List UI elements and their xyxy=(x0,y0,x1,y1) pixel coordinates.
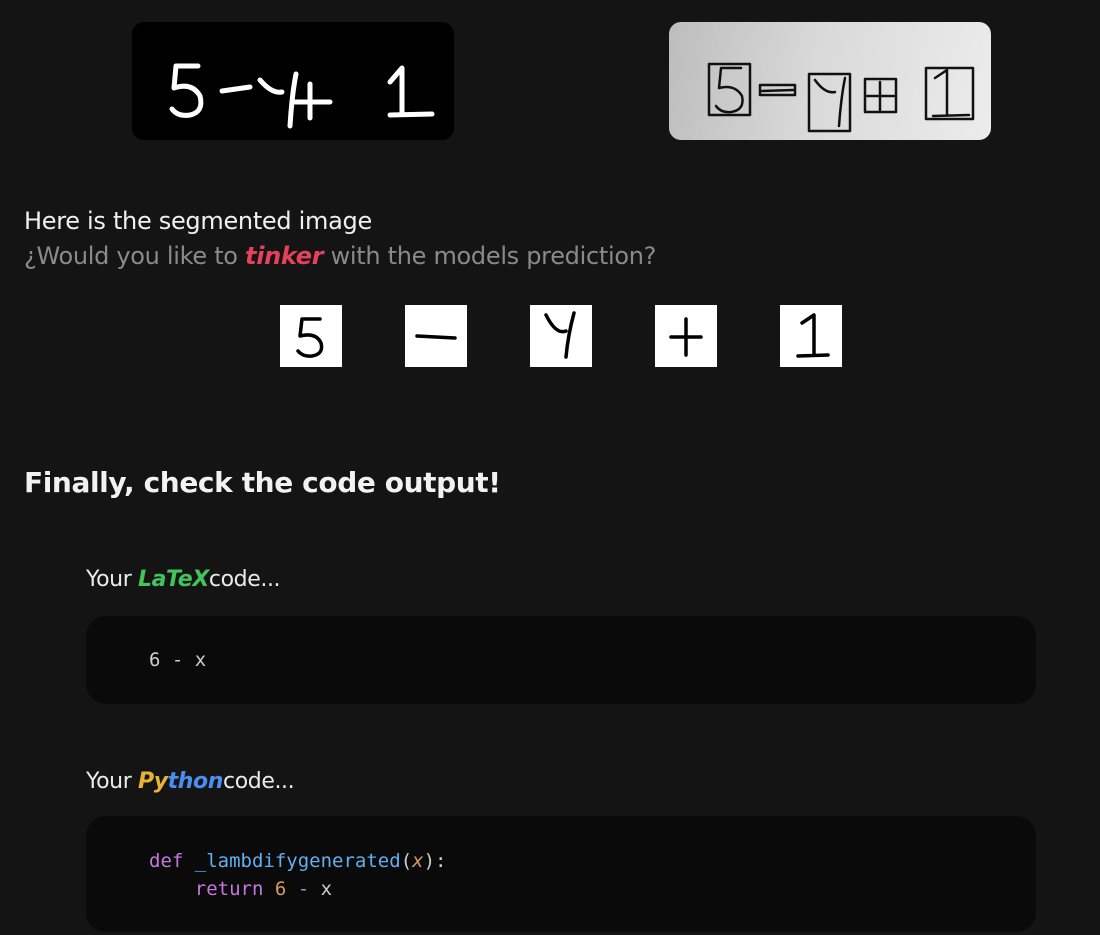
glyph-5-drawing xyxy=(296,317,324,358)
python-label-prefix: Your xyxy=(86,769,132,794)
python-code: def _lambdifygenerated(x): return 6 - x xyxy=(149,847,446,903)
glyph-tile-plus[interactable] xyxy=(655,305,717,367)
python-label: Your Pythoncode... xyxy=(86,769,295,794)
glyph-tile-y[interactable] xyxy=(530,305,592,367)
code-keyword-return: return xyxy=(194,878,264,900)
latex-label-prefix: Your xyxy=(86,567,132,592)
segmented-drawing xyxy=(707,62,975,133)
handwriting-drawing xyxy=(169,63,435,129)
python-word-a: Py xyxy=(137,769,168,794)
question-prefix: ¿Would you like to xyxy=(24,242,238,270)
glyph-tile-1[interactable] xyxy=(780,305,842,367)
glyph-1-drawing xyxy=(796,313,830,358)
final-heading: Finally, check the code output! xyxy=(24,466,501,499)
latex-label: Your LaTeXcode... xyxy=(86,567,281,592)
latex-code: 6 - x xyxy=(149,649,207,671)
code-variable: x xyxy=(320,878,333,900)
glyph-tile-5[interactable] xyxy=(280,305,342,367)
python-word-b: thon xyxy=(167,769,224,794)
glyph-minus-drawing xyxy=(415,334,457,340)
code-keyword-def: def xyxy=(149,850,184,872)
original-expression-image xyxy=(132,22,454,140)
code-number: 6 xyxy=(274,878,287,900)
python-label-suffix: code... xyxy=(223,769,295,794)
glyph-y-drawing xyxy=(544,311,576,359)
code-operator: - xyxy=(297,878,310,900)
python-code-block[interactable]: def _lambdifygenerated(x): return 6 - x xyxy=(86,816,1036,932)
latex-code-block[interactable]: 6 - x xyxy=(86,616,1036,704)
question-suffix: with the models prediction? xyxy=(330,242,657,270)
tinker-question: ¿Would you like to tinker with the model… xyxy=(24,242,656,270)
code-paren-close: ): xyxy=(423,850,447,872)
code-paren-open: ( xyxy=(400,850,413,872)
code-param: x xyxy=(412,850,424,872)
segmented-image-heading: Here is the segmented image xyxy=(24,207,372,235)
latex-label-suffix: code... xyxy=(208,567,281,592)
tinker-highlight[interactable]: tinker xyxy=(245,242,324,270)
glyph-plus-drawing xyxy=(669,317,703,357)
segmented-expression-image xyxy=(669,22,991,140)
code-function-name: _lambdifygenerated xyxy=(194,850,401,872)
latex-word: LaTeX xyxy=(137,567,209,592)
glyph-tile-minus[interactable] xyxy=(405,305,467,367)
